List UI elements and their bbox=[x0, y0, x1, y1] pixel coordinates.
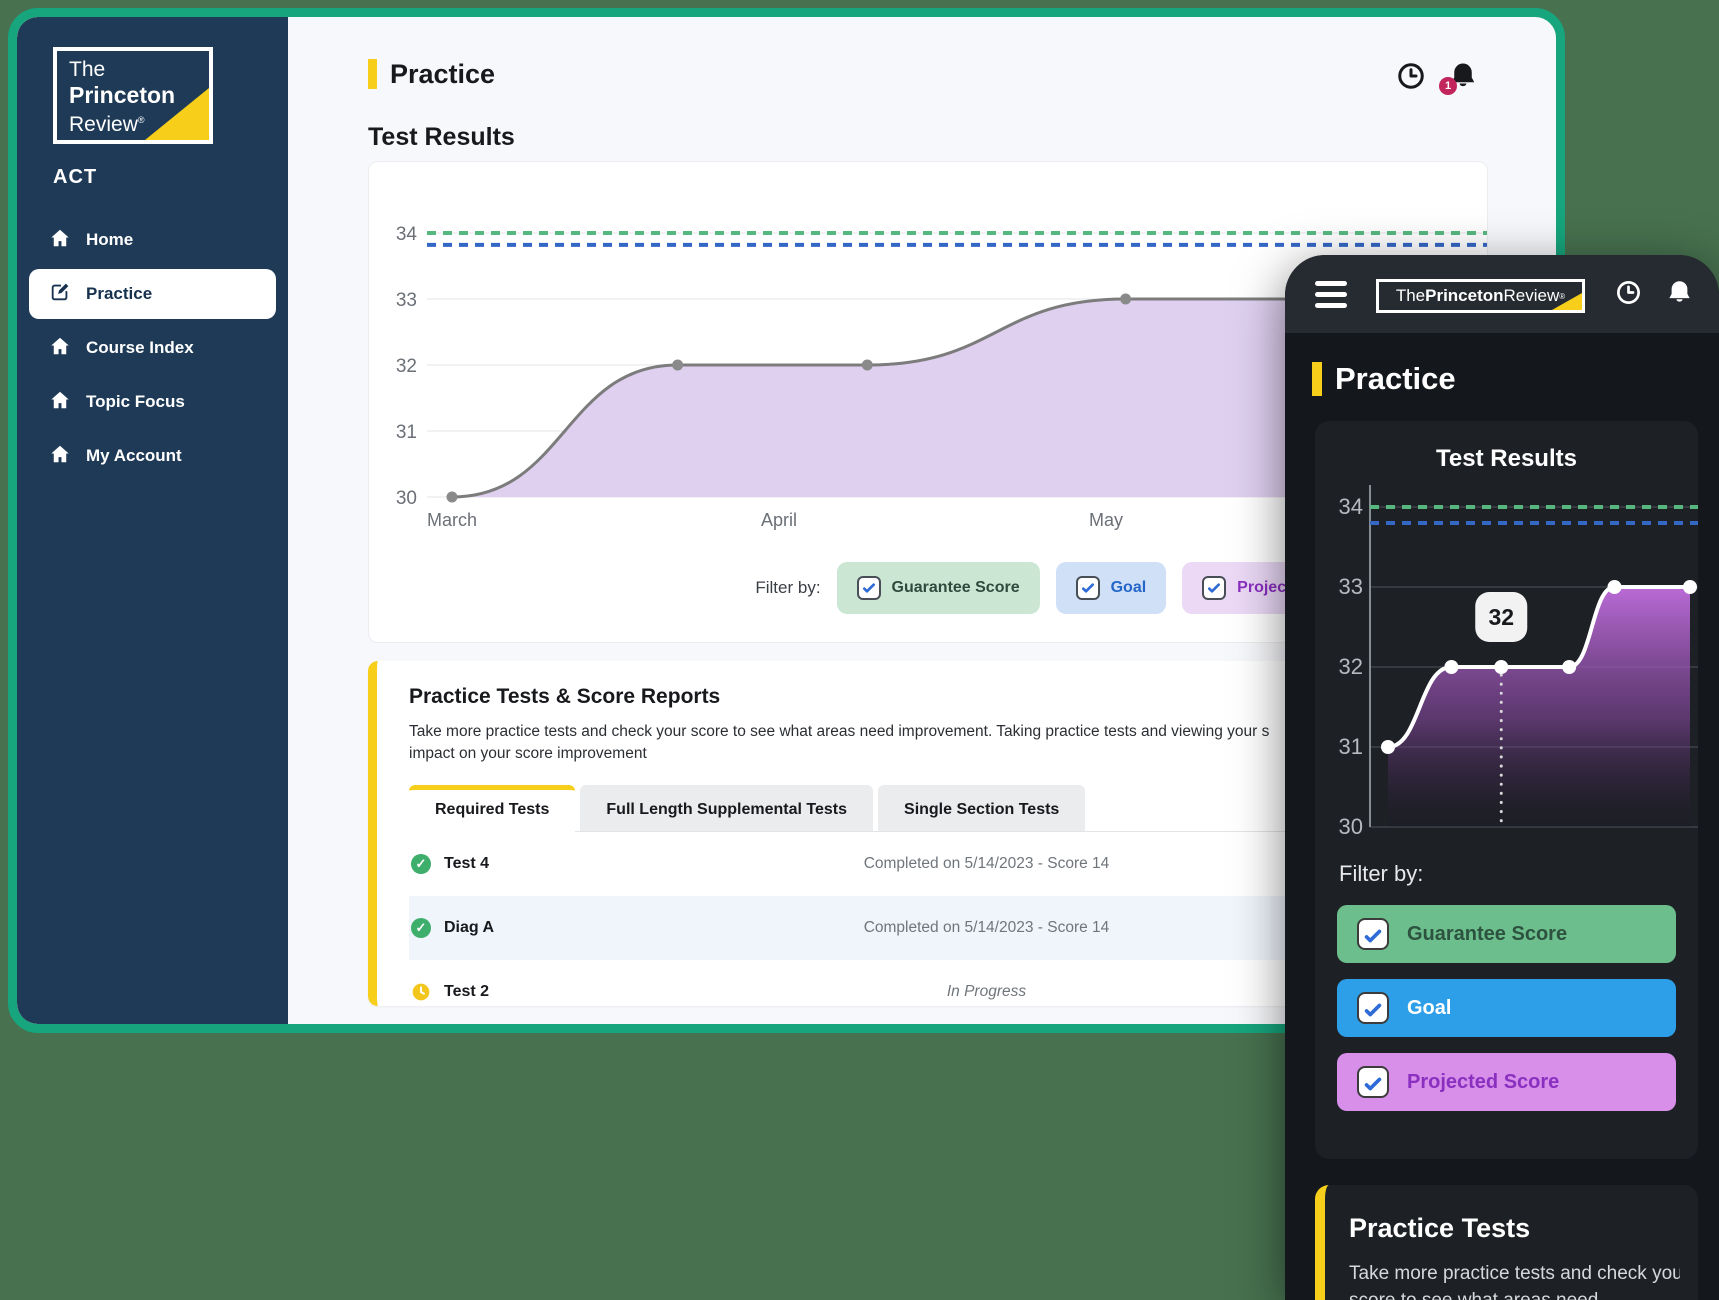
home-icon bbox=[49, 335, 71, 362]
mobile-practice-tests-title: Practice Tests bbox=[1349, 1213, 1680, 1244]
sidebar-item-label: Topic Focus bbox=[86, 392, 185, 412]
checkbox-checked[interactable] bbox=[1357, 918, 1389, 950]
completed-check-icon: ✓ bbox=[411, 854, 431, 874]
mobile-chart-title: Test Results bbox=[1315, 445, 1698, 473]
svg-text:May: May bbox=[1089, 510, 1123, 530]
in-progress-clock-icon bbox=[411, 982, 431, 1002]
logo-line1: The bbox=[69, 57, 209, 82]
sidebar-item-practice[interactable]: Practice bbox=[29, 269, 276, 319]
page-title: Practice bbox=[390, 59, 495, 90]
filter-pill-projected-score[interactable]: Projected Score bbox=[1337, 1053, 1676, 1111]
test-status: Completed on 5/14/2023 - Score 14 bbox=[711, 855, 1262, 873]
filter-pill-label: Guarantee Score bbox=[892, 579, 1020, 597]
mobile-page-title: Practice bbox=[1335, 361, 1456, 397]
sidebar: The Princeton Review® ACT Home Practice … bbox=[17, 17, 288, 1024]
test-status: Completed on 5/14/2023 - Score 14 bbox=[711, 919, 1262, 937]
filter-by-label: Filter by: bbox=[755, 578, 820, 598]
filter-pill-guarantee-score[interactable]: Guarantee Score bbox=[837, 562, 1040, 614]
test-name-cell: Test 2 bbox=[411, 982, 711, 1002]
filter-pill-label: Guarantee Score bbox=[1407, 923, 1567, 946]
tab-full-length-supplemental-tests[interactable]: Full Length Supplemental Tests bbox=[580, 785, 873, 831]
svg-text:30: 30 bbox=[1339, 814, 1363, 839]
svg-text:30: 30 bbox=[396, 488, 417, 509]
checkbox-checked[interactable] bbox=[857, 576, 881, 600]
svg-text:April: April bbox=[761, 510, 797, 530]
svg-text:34: 34 bbox=[1339, 494, 1363, 519]
checkbox-checked[interactable] bbox=[1357, 1066, 1389, 1098]
svg-text:34: 34 bbox=[396, 224, 418, 245]
yellow-accent-bar bbox=[1312, 362, 1322, 396]
sidebar-item-my-account[interactable]: My Account bbox=[17, 431, 288, 481]
hamburger-menu-icon[interactable] bbox=[1315, 281, 1347, 308]
svg-text:33: 33 bbox=[1339, 574, 1363, 599]
svg-text:31: 31 bbox=[1339, 734, 1363, 759]
mobile-test-results-chart[interactable]: 34 33 32 31 30 32 bbox=[1315, 477, 1698, 847]
home-icon bbox=[49, 389, 71, 416]
mobile-header-icons bbox=[1615, 279, 1693, 311]
mobile-page-title-row: Practice bbox=[1312, 361, 1719, 397]
filter-pill-goal[interactable]: Goal bbox=[1056, 562, 1167, 614]
sidebar-item-label: Home bbox=[86, 230, 133, 250]
sidebar-item-course-index[interactable]: Course Index bbox=[17, 323, 288, 373]
sidebar-item-label: Practice bbox=[86, 284, 152, 304]
history-clock-icon[interactable] bbox=[1396, 61, 1426, 91]
header-icons: 1 bbox=[1396, 61, 1478, 91]
tab-required-tests[interactable]: Required Tests bbox=[409, 785, 575, 831]
page: The Princeton Review® ACT Home Practice … bbox=[0, 0, 1719, 1300]
sidebar-item-topic-focus[interactable]: Topic Focus bbox=[17, 377, 288, 427]
svg-text:31: 31 bbox=[396, 422, 417, 443]
mobile-chart-card: Test Results 34 33 32 31 30 32 Filter by: Gua… bbox=[1315, 421, 1698, 1159]
svg-text:32: 32 bbox=[1488, 604, 1514, 630]
mobile-practice-tests-card: Practice Tests Take more practice tests … bbox=[1315, 1185, 1698, 1300]
logo-line2: Princeton bbox=[69, 82, 209, 108]
tab-single-section-tests[interactable]: Single Section Tests bbox=[878, 785, 1085, 831]
notifications-bell-icon[interactable]: 1 bbox=[1448, 61, 1478, 91]
filter-pill-label: Goal bbox=[1407, 997, 1451, 1020]
test-name-cell: ✓ Diag A bbox=[411, 918, 711, 938]
completed-check-icon: ✓ bbox=[411, 918, 431, 938]
checkbox-checked[interactable] bbox=[1357, 992, 1389, 1024]
svg-text:March: March bbox=[427, 510, 477, 530]
princeton-review-logo: The Princeton Review® bbox=[53, 47, 213, 144]
filter-pill-goal[interactable]: Goal bbox=[1337, 979, 1676, 1037]
sidebar-item-label: My Account bbox=[86, 446, 182, 466]
test-status: In Progress bbox=[711, 983, 1262, 1001]
history-clock-icon[interactable] bbox=[1615, 279, 1642, 311]
mobile-header: ThePrincetonReview® bbox=[1285, 255, 1719, 333]
filter-by-label: Filter by: bbox=[1339, 861, 1698, 887]
notifications-bell-icon[interactable] bbox=[1666, 279, 1693, 311]
notification-badge: 1 bbox=[1439, 77, 1457, 95]
svg-text:32: 32 bbox=[1339, 654, 1363, 679]
page-title-row: Practice bbox=[368, 57, 1556, 91]
princeton-review-logo: ThePrincetonReview® bbox=[1376, 279, 1585, 313]
filter-pill-guarantee-score[interactable]: Guarantee Score bbox=[1337, 905, 1676, 963]
test-results-heading: Test Results bbox=[368, 123, 1556, 151]
edit-icon bbox=[49, 281, 71, 308]
filter-pill-label: Goal bbox=[1111, 579, 1147, 597]
svg-text:33: 33 bbox=[396, 290, 417, 311]
sidebar-item-label: Course Index bbox=[86, 338, 194, 358]
test-name-cell: ✓ Test 4 bbox=[411, 854, 711, 874]
home-icon bbox=[49, 443, 71, 470]
sidebar-item-home[interactable]: Home bbox=[17, 215, 288, 265]
home-icon bbox=[49, 227, 71, 254]
checkbox-checked[interactable] bbox=[1076, 576, 1100, 600]
mobile-filter-pills: Guarantee Score Goal Projected Score bbox=[1337, 905, 1676, 1111]
program-label: ACT bbox=[53, 166, 288, 189]
checkbox-checked[interactable] bbox=[1202, 576, 1226, 600]
filter-pill-label: Projected Score bbox=[1407, 1071, 1559, 1094]
mobile-practice-tests-description: Take more practice tests and check your … bbox=[1349, 1260, 1680, 1300]
mobile-app-window: ThePrincetonReview® Practice Test Result… bbox=[1285, 255, 1719, 1300]
yellow-accent-bar bbox=[368, 59, 377, 89]
svg-text:32: 32 bbox=[396, 356, 417, 377]
sidebar-nav: Home Practice Course Index Topic Focus M… bbox=[17, 215, 288, 481]
